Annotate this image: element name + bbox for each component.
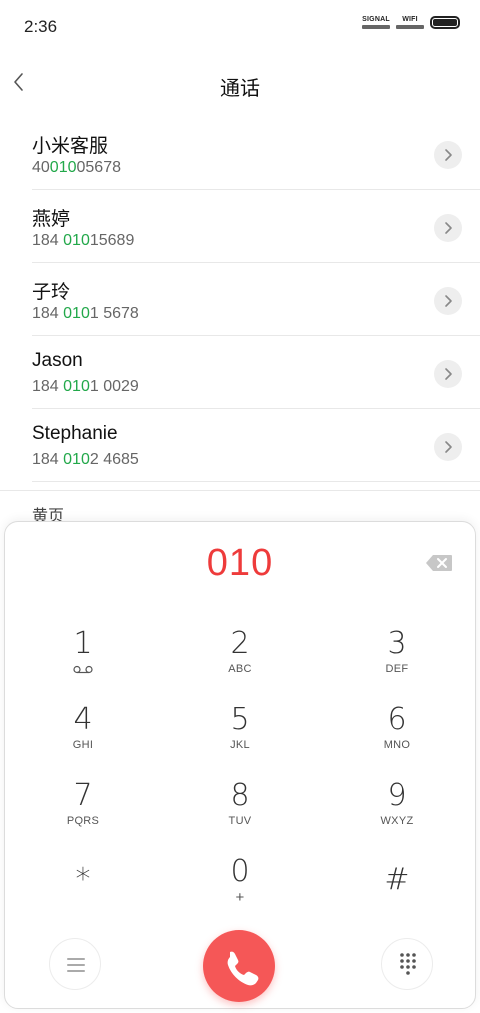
contact-name: 子玲 xyxy=(32,282,71,303)
contact-detail-button[interactable] xyxy=(434,214,462,242)
matched-digits: 010 xyxy=(63,232,90,249)
contact-name: Jason xyxy=(32,350,83,371)
voicemail-icon xyxy=(73,665,93,674)
key-letters: + xyxy=(235,889,245,906)
contact-detail-button[interactable] xyxy=(434,141,462,169)
status-bar: 2:36 SIGNAL WIFI xyxy=(0,0,480,52)
key-5[interactable]: 5 JKL xyxy=(180,703,300,773)
wifi-bar-icon xyxy=(396,25,424,29)
key-digit: 2 xyxy=(230,626,250,661)
key-letters: MNO xyxy=(383,739,411,751)
key-9[interactable]: 9 WXYZ xyxy=(337,779,457,849)
key-digit: 4 xyxy=(73,702,93,737)
matched-digits: 010 xyxy=(63,378,90,395)
key-digit: 7 xyxy=(73,778,93,813)
key-letters: DEF xyxy=(385,663,409,675)
contact-name: Stephanie xyxy=(32,423,118,444)
signal-bar-icon xyxy=(362,25,390,29)
dialpad-icon xyxy=(400,953,416,975)
backspace-button[interactable] xyxy=(425,554,453,572)
header: 通话 xyxy=(0,52,480,116)
backspace-icon xyxy=(426,555,452,571)
key-3[interactable]: 3 DEF xyxy=(337,627,457,697)
wifi-indicator: WIFI xyxy=(396,16,424,29)
key-letters: GHI xyxy=(72,739,94,751)
key-letters: ABC xyxy=(228,663,252,675)
chevron-right-icon xyxy=(445,441,452,453)
contact-number: 4001005678 xyxy=(32,159,121,176)
key-digit: 5 xyxy=(230,702,250,737)
key-letters: JKL xyxy=(230,739,250,751)
menu-icon xyxy=(67,958,85,972)
page-title: 通话 xyxy=(220,78,260,100)
dialed-number: 010 xyxy=(206,542,274,584)
contact-detail-button[interactable] xyxy=(434,433,462,461)
contact-row[interactable]: Jason 184 0101 0029 xyxy=(32,336,480,409)
contact-row[interactable]: Stephanie 184 0102 4685 xyxy=(32,409,480,482)
key-hash[interactable]: # xyxy=(337,863,457,933)
contact-row[interactable]: 燕婷 184 01015689 xyxy=(32,190,480,263)
key-digit: 3 xyxy=(387,626,407,661)
key-digit: 1 xyxy=(73,626,93,661)
key-digit: 0 xyxy=(230,854,250,889)
contact-row[interactable]: 小米客服 4001005678 xyxy=(32,117,480,190)
key-2[interactable]: 2 ABC xyxy=(180,627,300,697)
contact-detail-button[interactable] xyxy=(434,360,462,388)
key-star[interactable]: * xyxy=(23,863,143,933)
contact-name: 燕婷 xyxy=(32,209,71,230)
matched-digits: 010 xyxy=(63,305,90,322)
key-8[interactable]: 8 TUV xyxy=(180,779,300,849)
key-digit: 6 xyxy=(387,702,407,737)
key-4[interactable]: 4 GHI xyxy=(23,703,143,773)
status-time: 2:36 xyxy=(24,17,58,36)
key-digit: * xyxy=(75,862,91,897)
contact-number: 184 0102 4685 xyxy=(32,451,139,468)
chevron-right-icon xyxy=(445,222,452,234)
wifi-label: WIFI xyxy=(402,16,418,23)
contact-number: 184 0101 0029 xyxy=(32,378,139,395)
key-digit: # xyxy=(384,862,410,897)
call-button[interactable] xyxy=(203,930,275,1002)
chevron-right-icon xyxy=(445,368,452,380)
key-7[interactable]: 7 PQRS xyxy=(23,779,143,849)
menu-button[interactable] xyxy=(49,938,101,990)
battery-icon xyxy=(430,16,460,29)
status-indicators: SIGNAL WIFI xyxy=(362,16,460,29)
phone-icon xyxy=(227,951,259,986)
contact-detail-button[interactable] xyxy=(434,287,462,315)
signal-label: SIGNAL xyxy=(362,16,390,23)
key-digit: 9 xyxy=(387,778,407,813)
matched-digits: 010 xyxy=(63,451,90,468)
contact-number: 184 01015689 xyxy=(32,232,135,249)
chevron-right-icon xyxy=(445,295,452,307)
matched-digits: 010 xyxy=(49,159,77,176)
signal-indicator: SIGNAL xyxy=(362,16,390,29)
key-digit: 8 xyxy=(230,778,250,813)
section-divider xyxy=(0,490,480,491)
contact-list: 小米客服 4001005678 燕婷 184 01015689 子玲 184 0… xyxy=(0,117,480,482)
key-letters: PQRS xyxy=(66,815,100,827)
chevron-right-icon xyxy=(445,149,452,161)
contact-name: 小米客服 xyxy=(32,136,109,157)
dialer-panel: 010 1 2 ABC 3 DEF 4 GHI 5 JKL 6 MNO 7 PQ… xyxy=(4,521,476,1009)
key-0[interactable]: 0 + xyxy=(180,855,300,925)
contact-row[interactable]: 子玲 184 0101 5678 xyxy=(32,263,480,336)
key-6[interactable]: 6 MNO xyxy=(337,703,457,773)
key-letters: WXYZ xyxy=(380,815,414,827)
keypad-toggle-button[interactable] xyxy=(381,938,433,990)
key-1[interactable]: 1 xyxy=(23,627,143,697)
contact-number: 184 0101 5678 xyxy=(32,305,139,322)
key-letters: TUV xyxy=(228,815,252,827)
